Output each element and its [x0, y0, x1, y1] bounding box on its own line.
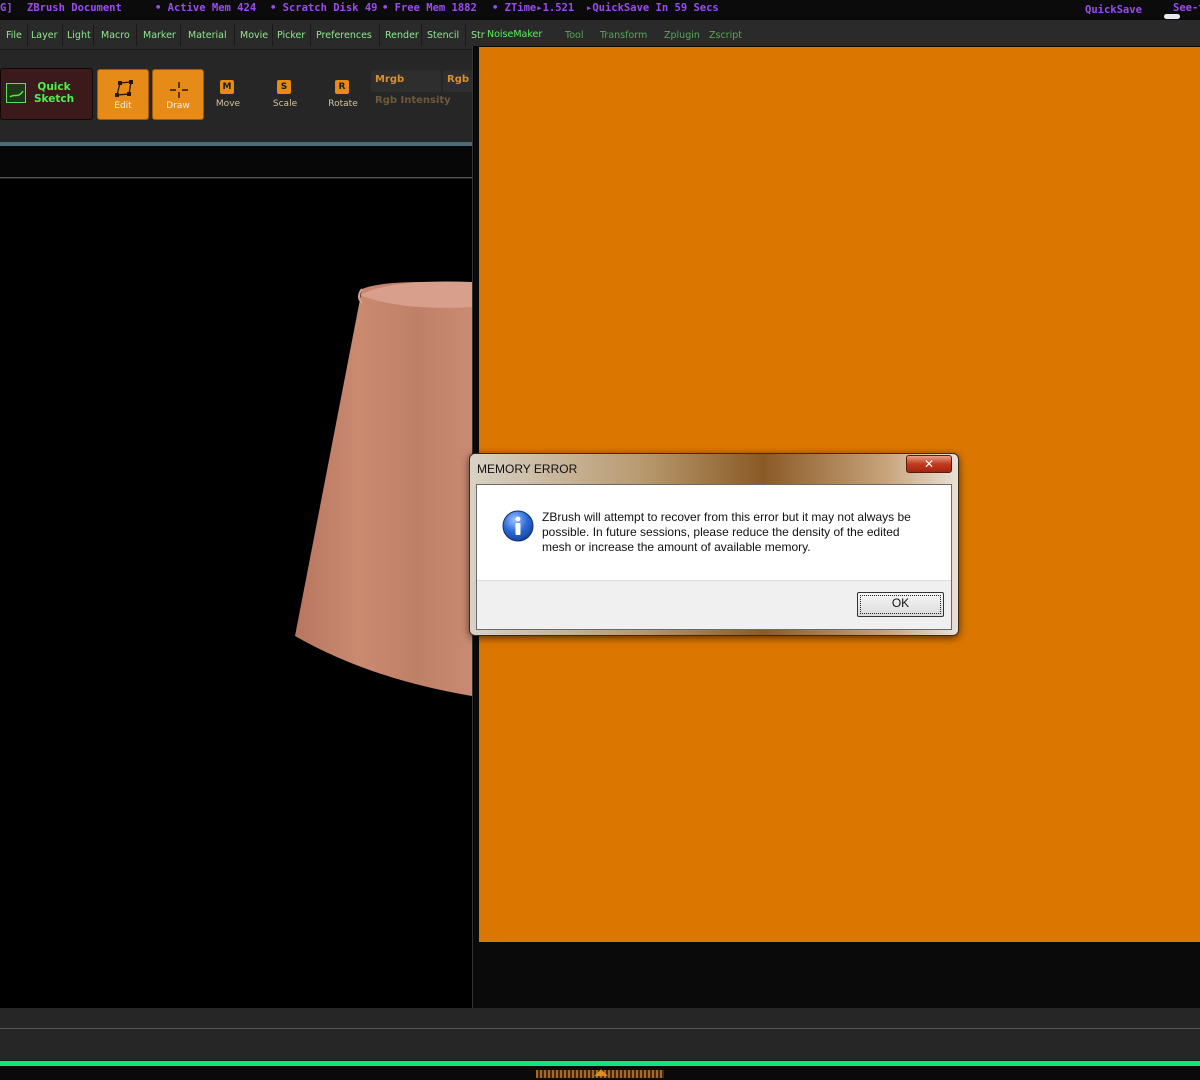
draw-label: Draw — [166, 101, 190, 111]
menu-noisemaker[interactable]: NoiseMaker — [487, 29, 542, 40]
free-mem: • Free Mem 1882 — [382, 2, 477, 14]
dialog-title: MEMORY ERROR — [477, 462, 578, 476]
edit-button[interactable]: Edit — [97, 69, 149, 120]
menu-zscript[interactable]: Zscript — [709, 30, 742, 41]
ok-label: OK — [891, 596, 910, 610]
rgb-intensity-slider[interactable]: Rgb Intensity — [375, 95, 451, 106]
rotate-label: Rotate — [328, 99, 358, 109]
scale-key-badge: S — [277, 80, 291, 94]
tray-arrows-icon[interactable]: ◢◣ — [590, 1068, 612, 1078]
menu-picker[interactable]: Picker — [277, 30, 305, 41]
status-bar: G] ZBrush Document • Active Mem 424 • Sc… — [0, 0, 1200, 20]
close-icon: ✕ — [923, 457, 935, 471]
edit-icon — [115, 80, 133, 97]
see-through-slider[interactable] — [1164, 14, 1180, 19]
menu-tool[interactable]: Tool — [565, 30, 583, 41]
dialog-footer: OK — [477, 580, 951, 629]
canvas-viewport[interactable] — [0, 179, 472, 1029]
draw-button[interactable]: Draw — [152, 69, 204, 120]
close-button[interactable]: ✕ — [906, 455, 952, 473]
bottom-divider — [0, 1028, 1200, 1029]
active-mem: • Active Mem 424 — [155, 2, 257, 14]
scale-button[interactable]: S Scale — [263, 80, 307, 110]
menu-render[interactable]: Render — [385, 30, 419, 41]
rotate-key-badge: R — [335, 80, 349, 94]
menu-file[interactable]: File — [6, 30, 22, 41]
quick-sketch-button[interactable]: Quick Sketch — [0, 68, 93, 120]
dialog-message: ZBrush will attempt to recover from this… — [542, 510, 911, 554]
menu-transform[interactable]: Transform — [600, 30, 647, 41]
menu-stencil[interactable]: Stencil — [427, 30, 459, 41]
move-label: Move — [215, 99, 241, 109]
sketch-icon — [6, 83, 26, 103]
mesh-cone — [295, 281, 472, 696]
menu-zplugin[interactable]: Zplugin — [664, 30, 700, 41]
draw-icon — [170, 82, 188, 98]
menu-macro[interactable]: Macro — [101, 30, 130, 41]
document-title: ZBrush Document — [27, 2, 122, 14]
rgb-label: Rgb — [447, 74, 470, 85]
dialog-content: ZBrush will attempt to recover from this… — [476, 484, 952, 630]
see-through-label: See-t — [1173, 2, 1200, 14]
menu-marker[interactable]: Marker — [143, 30, 176, 41]
scratch-disk: • Scratch Disk 49 — [270, 2, 378, 14]
menu-material[interactable]: Material — [188, 30, 227, 41]
status-fragment: G] — [0, 2, 13, 14]
scale-label: Scale — [272, 99, 298, 109]
menu-movie[interactable]: Movie — [240, 30, 268, 41]
bottom-shelf — [0, 1008, 1200, 1060]
ztime: • ZTime▸1.521 — [492, 2, 575, 14]
info-icon — [502, 510, 534, 542]
toolbar: Quick Sketch Edit Draw M Move S Scale R … — [0, 50, 473, 142]
quick-sketch-label: Quick Sketch — [33, 81, 75, 105]
dialog-body: ZBrush will attempt to recover from this… — [477, 485, 951, 580]
quicksave-button[interactable]: QuickSave — [1085, 4, 1142, 16]
ok-button[interactable]: OK — [857, 592, 944, 617]
mrgb-label: Mrgb — [375, 74, 405, 85]
rotate-button[interactable]: R Rotate — [321, 80, 365, 110]
memory-error-dialog: MEMORY ERROR ✕ ZBrush will attempt to re… — [469, 453, 959, 636]
info-strip — [0, 146, 472, 178]
menu-stroke[interactable]: Str — [471, 30, 485, 41]
move-key-badge: M — [220, 80, 234, 94]
rgb-button[interactable]: Rgb — [443, 70, 473, 92]
mrgb-button[interactable]: Mrgb — [371, 70, 441, 92]
quicksave-timer: ▸QuickSave In 59 Secs — [586, 2, 719, 14]
menu-light[interactable]: Light — [67, 30, 91, 41]
menu-preferences[interactable]: Preferences — [316, 30, 372, 41]
menu-layer[interactable]: Layer — [31, 30, 58, 41]
move-button[interactable]: M Move — [206, 80, 250, 110]
edit-label: Edit — [114, 101, 132, 111]
